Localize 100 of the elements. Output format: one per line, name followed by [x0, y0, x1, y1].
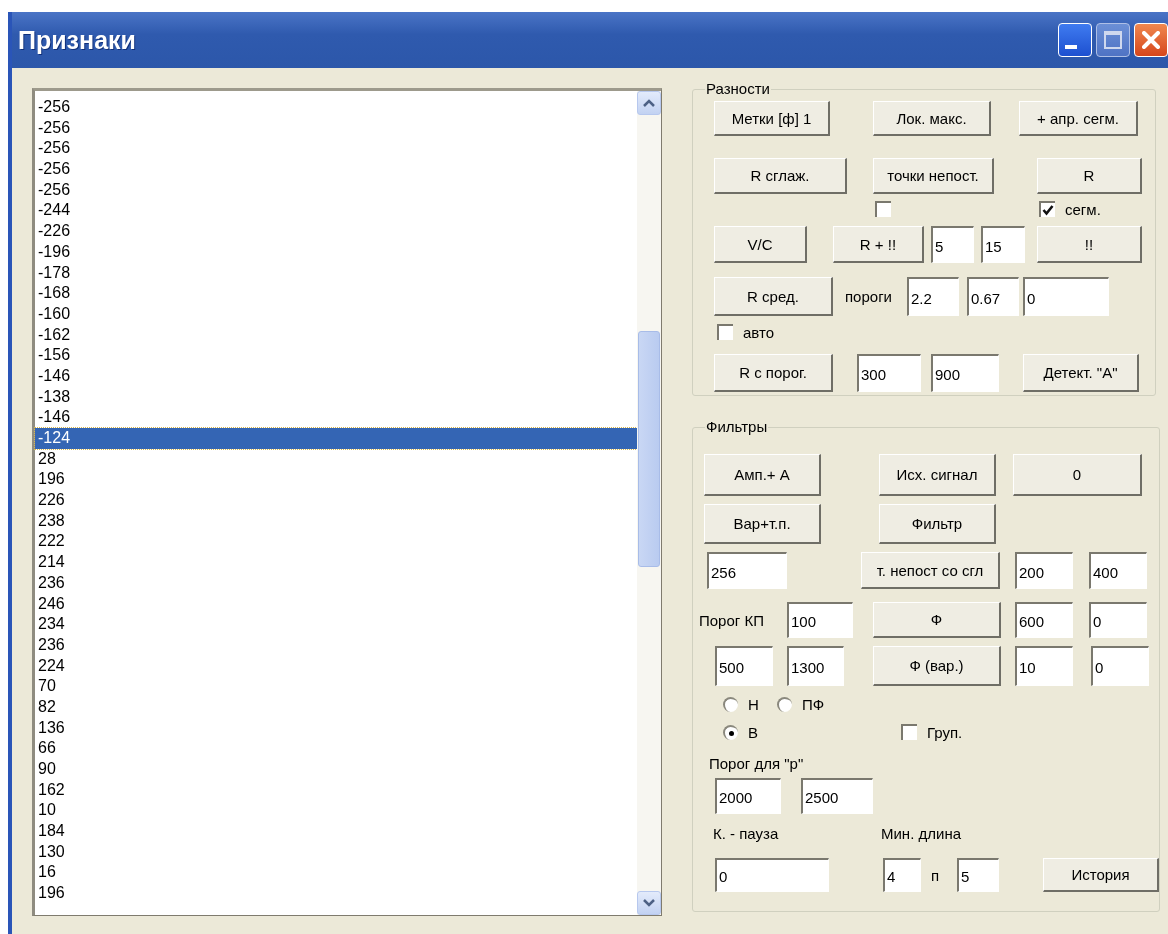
radio-button[interactable] — [723, 696, 738, 712]
maximize-button[interactable] — [1096, 23, 1130, 57]
input-field[interactable]: 10 — [1015, 646, 1073, 686]
list-item[interactable]: 246 — [35, 593, 637, 615]
input-field[interactable]: 1300 — [787, 646, 844, 686]
button[interactable]: R — [1037, 158, 1142, 194]
list-item[interactable]: 162 — [35, 779, 637, 801]
scroll-thumb[interactable] — [638, 331, 660, 567]
checkbox[interactable] — [901, 724, 917, 740]
input-field[interactable]: 5 — [957, 858, 999, 892]
list-item[interactable]: -256 — [35, 159, 637, 180]
input-field[interactable]: 300 — [857, 354, 921, 392]
list-item[interactable]: 136 — [35, 717, 637, 739]
input-field[interactable]: 2000 — [715, 778, 781, 814]
list-item[interactable]: 28 — [35, 448, 637, 470]
list-item[interactable]: 238 — [35, 510, 637, 532]
list-item[interactable]: 236 — [35, 634, 637, 656]
list-item[interactable]: -138 — [35, 386, 637, 408]
button[interactable]: Ф (вар.) — [873, 646, 1001, 686]
list-item[interactable]: 196 — [35, 883, 637, 904]
button[interactable]: Вар+т.п. — [704, 504, 821, 544]
list-item[interactable]: 196 — [35, 469, 637, 491]
checkbox[interactable] — [875, 201, 891, 217]
scroll-up-button[interactable] — [637, 91, 661, 115]
input-field[interactable]: 500 — [715, 646, 773, 686]
input-field[interactable]: 0 — [715, 858, 829, 892]
list-item[interactable]: 236 — [35, 572, 637, 594]
list-item[interactable]: 226 — [35, 490, 637, 511]
input-field[interactable]: 4 — [883, 858, 921, 892]
list-item[interactable]: 130 — [35, 841, 637, 863]
list-item[interactable]: -168 — [35, 283, 637, 304]
list-item[interactable]: 16 — [35, 862, 637, 884]
button[interactable]: R + !! — [833, 226, 924, 263]
button[interactable]: R сред. — [714, 277, 833, 316]
list-item[interactable]: -256 — [35, 138, 637, 160]
button[interactable]: R сглаж. — [714, 158, 847, 194]
list-item[interactable]: -146 — [35, 365, 637, 387]
button[interactable]: R с порог. — [714, 354, 833, 392]
radio-label: В — [748, 723, 758, 741]
button[interactable]: Лок. макс. — [873, 101, 991, 136]
button[interactable]: Ф — [873, 602, 1001, 638]
button[interactable]: Фильтр — [879, 504, 996, 544]
button[interactable]: Детект. "А" — [1023, 354, 1139, 392]
list-item[interactable]: 66 — [35, 738, 637, 759]
checkbox[interactable] — [1039, 201, 1055, 217]
button[interactable]: Амп.+ А — [704, 454, 821, 496]
input-field[interactable]: 15 — [981, 226, 1025, 263]
list-item[interactable]: 222 — [35, 531, 637, 553]
input-field[interactable]: 2500 — [801, 778, 873, 814]
checkbox[interactable] — [717, 324, 733, 340]
input-field[interactable]: 400 — [1089, 552, 1147, 589]
button[interactable]: !! — [1037, 226, 1142, 263]
checkbox-label: Груп. — [927, 723, 963, 741]
input-field[interactable]: 256 — [707, 552, 787, 589]
list-item[interactable]: -244 — [35, 200, 637, 222]
list-item[interactable]: -160 — [35, 303, 637, 325]
button[interactable]: Метки [ф] 1 — [714, 101, 830, 136]
list-item[interactable]: 234 — [35, 614, 637, 635]
button[interactable]: История — [1043, 858, 1159, 892]
input-field[interactable]: 0.67 — [967, 277, 1019, 316]
input-field[interactable]: 5 — [931, 226, 974, 263]
list-item[interactable]: -162 — [35, 324, 637, 346]
input-field[interactable]: 0 — [1091, 646, 1149, 686]
input-field[interactable]: 100 — [787, 602, 853, 638]
radio-button[interactable] — [777, 696, 792, 712]
input-field[interactable]: 2.2 — [907, 277, 959, 316]
scroll-down-button[interactable] — [637, 891, 661, 915]
button[interactable]: 0 — [1013, 454, 1142, 496]
list-item[interactable]: 184 — [35, 821, 637, 842]
button[interactable]: V/C — [714, 226, 807, 263]
list-item[interactable]: 90 — [35, 759, 637, 780]
checkbox-label: авто — [743, 323, 775, 341]
close-button[interactable] — [1134, 23, 1168, 57]
button[interactable]: точки непост. — [873, 158, 994, 194]
button[interactable]: + апр. сегм. — [1019, 101, 1138, 136]
group-title: Разности — [705, 82, 771, 96]
list-item[interactable]: -256 — [35, 117, 637, 139]
radio-button[interactable] — [723, 724, 738, 740]
list-item[interactable]: -178 — [35, 262, 637, 284]
input-field[interactable]: 200 — [1015, 552, 1073, 589]
list-item[interactable]: -256 — [35, 97, 637, 118]
list-item[interactable]: -124 — [35, 428, 637, 449]
list-item[interactable]: -196 — [35, 241, 637, 263]
list-item[interactable]: 70 — [35, 676, 637, 697]
minimize-button[interactable] — [1058, 23, 1092, 57]
list-item[interactable]: -226 — [35, 221, 637, 242]
scrollbar[interactable] — [637, 91, 661, 915]
input-field[interactable]: 0 — [1023, 277, 1109, 316]
button[interactable]: т. непост со сгл — [861, 552, 1000, 589]
input-field[interactable]: 600 — [1015, 602, 1073, 638]
button[interactable]: Исх. сигнал — [879, 454, 996, 496]
list-item[interactable]: -146 — [35, 407, 637, 428]
list-item[interactable]: 10 — [35, 800, 637, 822]
input-field[interactable]: 900 — [931, 354, 999, 392]
list-item[interactable]: -156 — [35, 345, 637, 366]
input-field[interactable]: 0 — [1089, 602, 1147, 638]
list-item[interactable]: 82 — [35, 696, 637, 718]
list-item[interactable]: 224 — [35, 655, 637, 677]
list-item[interactable]: -256 — [35, 179, 637, 201]
list-item[interactable]: 214 — [35, 552, 637, 573]
